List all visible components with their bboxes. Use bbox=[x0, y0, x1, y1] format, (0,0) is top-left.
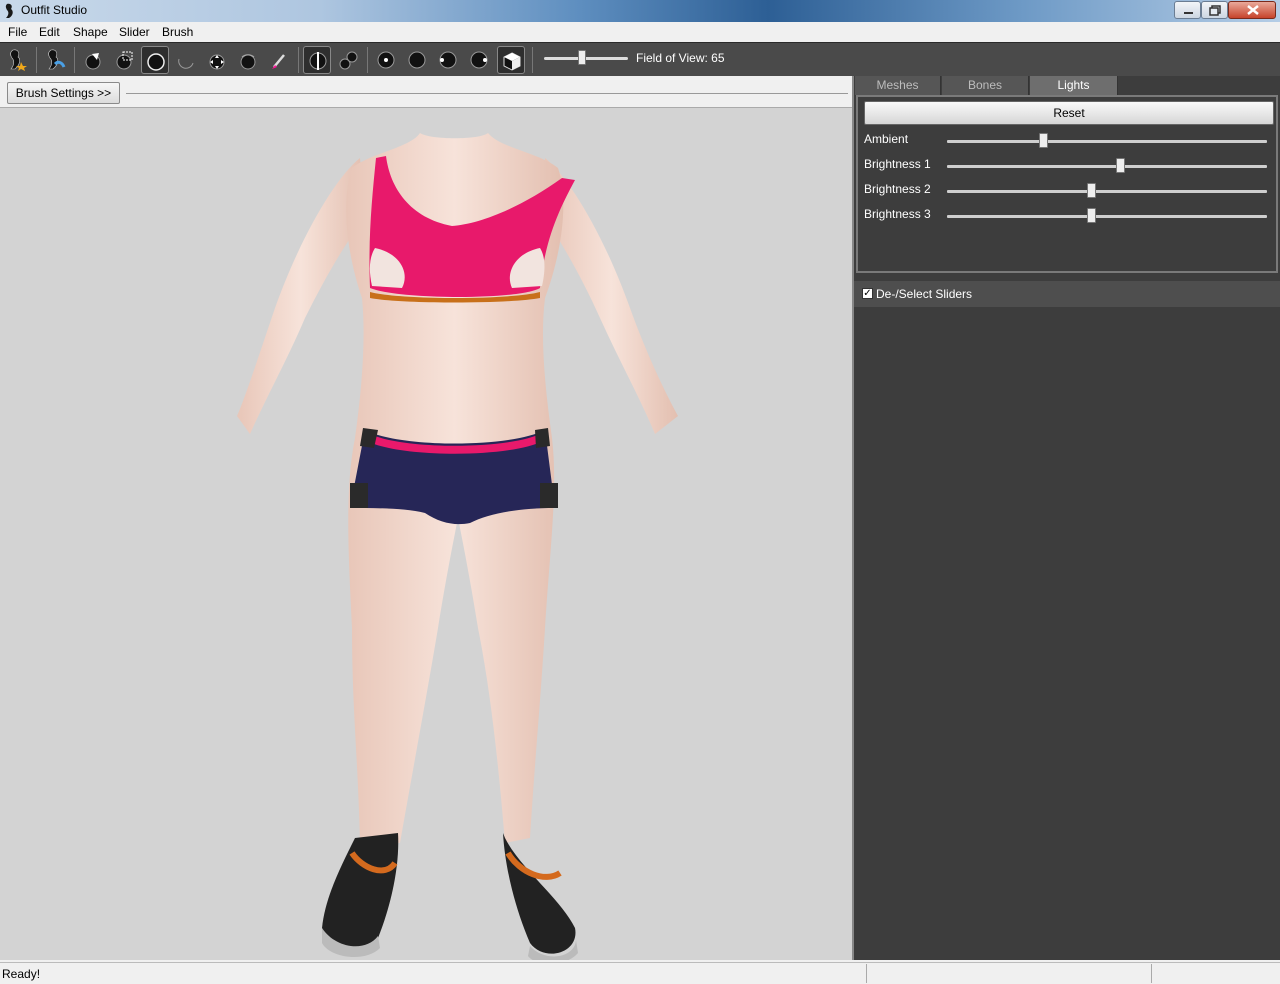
menu-edit[interactable]: Edit bbox=[39, 25, 60, 39]
field-of-view-slider-track[interactable] bbox=[544, 57, 628, 60]
mirror-x-button[interactable] bbox=[303, 46, 331, 74]
mask-tool-button[interactable] bbox=[110, 46, 138, 74]
sliders-header: ✓ De-/Select Sliders bbox=[854, 281, 1280, 307]
paint-brush-icon bbox=[272, 54, 285, 69]
status-bar: Ready! bbox=[0, 962, 1280, 984]
restore-button[interactable] bbox=[1201, 1, 1228, 19]
toolbar-separator bbox=[36, 47, 37, 73]
3d-viewport[interactable] bbox=[0, 108, 852, 964]
deflate-brush-button[interactable] bbox=[172, 46, 200, 74]
weight-brush-button[interactable] bbox=[265, 46, 293, 74]
view-back-button[interactable] bbox=[403, 46, 431, 74]
toolbar-separator bbox=[298, 47, 299, 73]
brightness-3-slider-track[interactable] bbox=[947, 215, 1267, 218]
menu-bar: File Edit Shape Slider Brush bbox=[0, 22, 1280, 42]
tab-bones[interactable]: Bones bbox=[942, 76, 1029, 95]
menu-shape[interactable]: Shape bbox=[73, 25, 108, 39]
toolbar-separator bbox=[74, 47, 75, 73]
minimize-icon bbox=[1184, 12, 1193, 14]
deflate-brush-icon bbox=[178, 58, 194, 69]
brightness-2-label: Brightness 2 bbox=[864, 182, 931, 196]
brightness-3-label: Brightness 3 bbox=[864, 207, 931, 221]
lights-panel: Reset Ambient Brightness 1 Brightness 2 … bbox=[856, 95, 1278, 273]
window-title: Outfit Studio bbox=[21, 3, 88, 17]
right-panel: Meshes Bones Lights Reset Ambient Bright… bbox=[854, 76, 1280, 960]
ambient-slider-track[interactable] bbox=[947, 140, 1267, 143]
minimize-button[interactable] bbox=[1174, 1, 1201, 19]
load-outfit-button[interactable] bbox=[41, 46, 69, 74]
view-left-icon bbox=[439, 51, 457, 69]
menu-brush[interactable]: Brush bbox=[162, 25, 193, 39]
status-divider bbox=[1151, 964, 1152, 983]
select-arrow-icon bbox=[85, 53, 101, 70]
brush-settings-divider bbox=[126, 93, 848, 94]
outfit-studio-app-icon bbox=[5, 3, 13, 19]
reset-lights-button[interactable]: Reset bbox=[864, 101, 1274, 125]
toolbar-separator bbox=[367, 47, 368, 73]
connected-spheres-icon bbox=[339, 51, 358, 70]
field-of-view-slider-thumb[interactable] bbox=[578, 50, 586, 65]
tab-lights[interactable]: Lights bbox=[1030, 76, 1118, 95]
restore-icon bbox=[1209, 5, 1221, 16]
ambient-label: Ambient bbox=[864, 132, 909, 146]
mirror-x-icon bbox=[309, 52, 327, 70]
new-project-button[interactable] bbox=[3, 46, 31, 74]
brush-settings-bar: Brush Settings >> bbox=[0, 76, 852, 108]
brush-settings-button[interactable]: Brush Settings >> bbox=[7, 82, 120, 104]
tab-meshes[interactable]: Meshes bbox=[855, 76, 941, 95]
view-right-button[interactable] bbox=[465, 46, 493, 74]
menu-file[interactable]: File bbox=[8, 25, 27, 39]
menu-slider[interactable]: Slider bbox=[119, 25, 150, 39]
view-front-icon bbox=[377, 51, 395, 69]
smooth-brush-icon bbox=[240, 54, 256, 70]
ambient-slider-thumb[interactable] bbox=[1039, 133, 1048, 148]
connected-only-button[interactable] bbox=[334, 46, 362, 74]
close-button[interactable] bbox=[1228, 1, 1276, 19]
inflate-brush-button[interactable] bbox=[141, 46, 169, 74]
status-text: Ready! bbox=[2, 967, 41, 981]
title-bar: Outfit Studio bbox=[0, 0, 1280, 22]
view-back-icon bbox=[408, 51, 426, 69]
close-icon bbox=[1247, 5, 1259, 15]
new-project-icon bbox=[10, 49, 27, 71]
brightness-1-slider-track[interactable] bbox=[947, 165, 1267, 168]
smooth-brush-button[interactable] bbox=[234, 46, 262, 74]
character-model bbox=[237, 133, 678, 964]
cube-icon bbox=[503, 52, 521, 71]
deselect-sliders-label[interactable]: De-/Select Sliders bbox=[876, 287, 972, 301]
brightness-2-slider-thumb[interactable] bbox=[1087, 183, 1096, 198]
view-left-button[interactable] bbox=[434, 46, 462, 74]
toolbar-separator bbox=[532, 47, 533, 73]
brightness-1-slider-thumb[interactable] bbox=[1115, 158, 1125, 173]
brightness-3-slider-thumb[interactable] bbox=[1087, 208, 1096, 223]
load-outfit-icon bbox=[48, 49, 66, 70]
field-of-view-label: Field of View: 65 bbox=[636, 51, 725, 65]
inflate-brush-icon bbox=[147, 53, 165, 71]
brightness-1-label: Brightness 1 bbox=[864, 157, 931, 171]
move-brush-button[interactable] bbox=[203, 46, 231, 74]
perspective-toggle-button[interactable] bbox=[497, 46, 525, 74]
move-brush-icon bbox=[209, 54, 225, 70]
view-front-button[interactable] bbox=[372, 46, 400, 74]
mask-brush-icon bbox=[116, 51, 133, 70]
view-right-icon bbox=[470, 51, 488, 69]
status-divider bbox=[866, 964, 867, 983]
select-tool-button[interactable] bbox=[79, 46, 107, 74]
brightness-2-slider-track[interactable] bbox=[947, 190, 1267, 193]
deselect-sliders-checkbox[interactable]: ✓ bbox=[862, 288, 873, 299]
